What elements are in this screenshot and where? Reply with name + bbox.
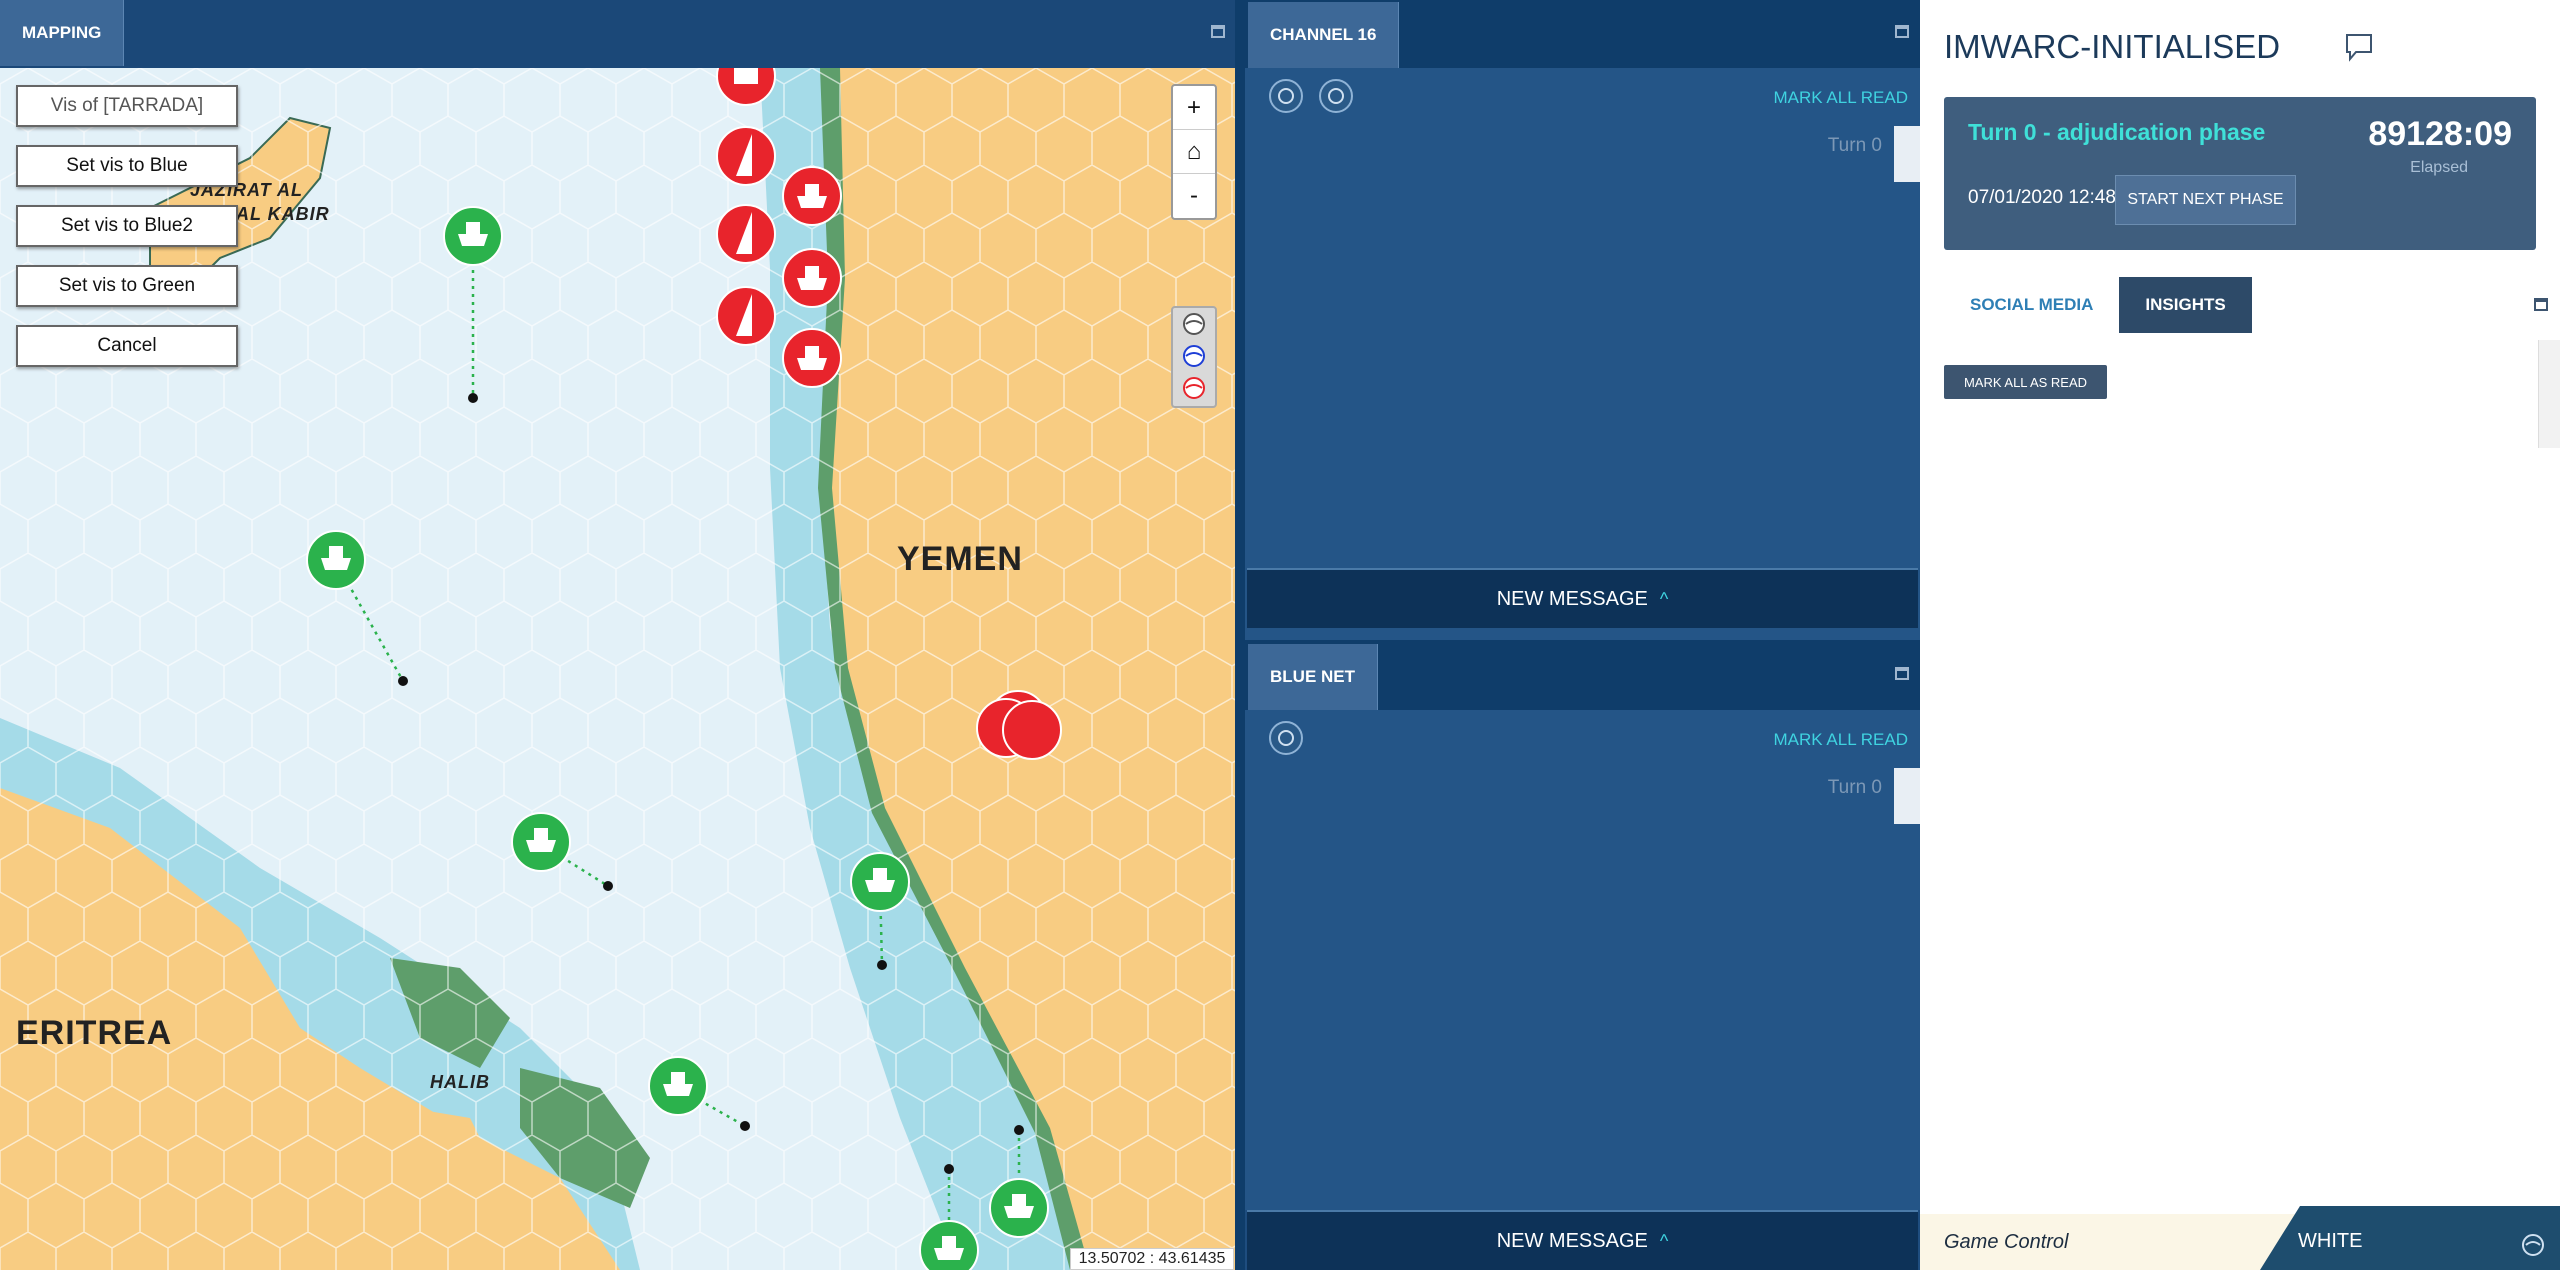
set-vis-blue-button[interactable]: Set vis to Blue bbox=[16, 145, 238, 187]
tab-mapping[interactable]: MAPPING bbox=[0, 0, 125, 66]
layer-switcher bbox=[1171, 306, 1217, 408]
map-view[interactable]: YEMEN ERITREA JAZIRAT AL AL KABIR HALIB … bbox=[0, 68, 1235, 1270]
minimize-icon[interactable] bbox=[1895, 25, 1909, 38]
scroll-arrows[interactable] bbox=[1894, 768, 1920, 824]
tab-social-media[interactable]: SOCIAL MEDIA bbox=[1944, 277, 2119, 333]
scroll-arrows[interactable] bbox=[1894, 126, 1920, 182]
channel16-panel: CHANNEL 16 MARK ALL READ Turn 0 bbox=[1245, 0, 1920, 640]
red-sail-marker[interactable] bbox=[716, 204, 776, 264]
mark-all-read-link[interactable]: MARK ALL READ bbox=[1774, 730, 1908, 750]
participant-avatar-icon[interactable] bbox=[1269, 79, 1303, 113]
feed-tabs: SOCIAL MEDIA INSIGHTS bbox=[1944, 277, 2252, 333]
globe-red-icon bbox=[1183, 377, 1205, 399]
zoom-controls: + ⌂ - bbox=[1171, 84, 1217, 220]
phase-title: Turn 0 - adjudication phase bbox=[1968, 119, 2266, 145]
turn-label: Turn 0 bbox=[1827, 777, 1882, 798]
force-name: WHITE bbox=[2298, 1230, 2363, 1252]
tab-bluenet[interactable]: BLUE NET bbox=[1248, 644, 1378, 710]
chevron-up-icon: ^ bbox=[1659, 1230, 1669, 1251]
waypoint bbox=[944, 1164, 954, 1174]
home-button[interactable]: ⌂ bbox=[1173, 130, 1215, 174]
bluenet-new-message-button[interactable]: NEW MESSAGE ^ bbox=[1247, 1210, 1918, 1270]
red-ship-marker[interactable] bbox=[782, 328, 842, 388]
chat-bubble-icon[interactable] bbox=[2344, 32, 2374, 67]
channel16-new-message-button[interactable]: NEW MESSAGE ^ bbox=[1247, 568, 1918, 628]
bluenet-panel: BLUE NET MARK ALL READ Turn 0 bbox=[1245, 640, 1920, 1270]
vis-of-tarrada-label: Vis of [TARRADA] bbox=[16, 85, 238, 127]
new-message-label: NEW MESSAGE bbox=[1496, 1229, 1648, 1252]
game-date: 07/01/2020 12:48 bbox=[1968, 187, 2116, 208]
red-layer-button[interactable] bbox=[1173, 372, 1215, 404]
red-sail-marker[interactable] bbox=[716, 126, 776, 186]
label-kabir: AL KABIR bbox=[236, 204, 330, 224]
channel16-header: CHANNEL 16 bbox=[1245, 0, 1920, 68]
participant-avatar-icon[interactable] bbox=[1269, 721, 1303, 755]
red-ship-marker[interactable] bbox=[782, 248, 842, 308]
red-ship-marker[interactable] bbox=[782, 166, 842, 226]
green-ship-marker[interactable] bbox=[443, 206, 503, 266]
minimize-icon[interactable] bbox=[1895, 667, 1909, 680]
red-sail-marker[interactable] bbox=[716, 286, 776, 346]
label-halib: HALIB bbox=[430, 1072, 490, 1092]
green-ship-marker[interactable] bbox=[648, 1056, 708, 1116]
waypoint bbox=[877, 960, 887, 970]
label-yemen: YEMEN bbox=[897, 540, 1023, 578]
participant-avatar-icon[interactable] bbox=[1319, 79, 1353, 113]
map-header: MAPPING bbox=[0, 0, 1235, 68]
bluenet-body: MARK ALL READ Turn 0 bbox=[1245, 710, 1920, 1210]
hex-grid bbox=[0, 68, 1235, 1270]
waypoint bbox=[740, 1121, 750, 1131]
tab-insights[interactable]: INSIGHTS bbox=[2119, 277, 2252, 333]
waypoint bbox=[1014, 1125, 1024, 1135]
cancel-button[interactable]: Cancel bbox=[16, 325, 238, 367]
white-layer-button[interactable] bbox=[1173, 308, 1215, 340]
mark-all-as-read-button[interactable]: MARK ALL AS READ bbox=[1944, 365, 2107, 399]
game-control-panel: IMWARC-INITIALISED Turn 0 - adjudication… bbox=[1920, 0, 2560, 1270]
globe-icon bbox=[1183, 313, 1205, 335]
minimize-icon[interactable] bbox=[2534, 298, 2548, 311]
panel-divider[interactable] bbox=[1235, 0, 1245, 1270]
start-next-phase-button[interactable]: START NEXT PHASE bbox=[2115, 175, 2296, 225]
waypoint bbox=[468, 393, 478, 403]
set-vis-green-button[interactable]: Set vis to Green bbox=[16, 265, 238, 307]
scrollbar[interactable] bbox=[2538, 340, 2560, 448]
label-eritrea: ERITREA bbox=[16, 1014, 173, 1052]
tab-channel16[interactable]: CHANNEL 16 bbox=[1248, 2, 1400, 68]
green-ship-marker[interactable] bbox=[511, 812, 571, 872]
globe-blue-icon bbox=[1183, 345, 1205, 367]
blue-layer-button[interactable] bbox=[1173, 340, 1215, 372]
game-title: IMWARC-INITIALISED bbox=[1944, 28, 2281, 65]
green-ship-marker[interactable] bbox=[850, 852, 910, 912]
phase-card: Turn 0 - adjudication phase 89128:09 Ela… bbox=[1944, 97, 2536, 250]
game-control-label: Game Control bbox=[1920, 1214, 2300, 1270]
set-vis-blue2-button[interactable]: Set vis to Blue2 bbox=[16, 205, 238, 247]
elapsed-label: Elapsed bbox=[2410, 159, 2468, 176]
mark-all-read-link[interactable]: MARK ALL READ bbox=[1774, 88, 1908, 108]
waypoint bbox=[398, 676, 408, 686]
green-ship-marker[interactable] bbox=[306, 530, 366, 590]
zoom-in-button[interactable]: + bbox=[1173, 86, 1215, 130]
minimize-icon[interactable] bbox=[1211, 25, 1225, 38]
green-ship-marker[interactable] bbox=[989, 1178, 1049, 1238]
turn-label: Turn 0 bbox=[1827, 135, 1882, 156]
map-canvas[interactable] bbox=[0, 68, 1235, 1270]
zoom-out-button[interactable]: - bbox=[1173, 174, 1215, 218]
coordinates-readout: 13.50702 : 43.61435 bbox=[1070, 1248, 1234, 1270]
new-message-label: NEW MESSAGE bbox=[1496, 587, 1648, 610]
green-ship-marker[interactable] bbox=[919, 1220, 979, 1270]
waypoint bbox=[603, 881, 613, 891]
elapsed-timer: 89128:09 bbox=[2368, 115, 2512, 153]
bluenet-header: BLUE NET bbox=[1245, 640, 1920, 710]
channel16-body: MARK ALL READ Turn 0 bbox=[1245, 68, 1920, 640]
chevron-up-icon: ^ bbox=[1659, 588, 1669, 609]
force-icon bbox=[2520, 1232, 2546, 1263]
